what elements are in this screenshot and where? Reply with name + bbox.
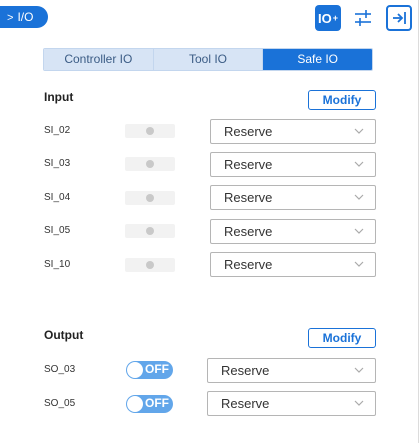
toggle-state-label: OFF — [145, 396, 169, 410]
exit-icon — [393, 12, 406, 24]
plus-icon: + — [332, 13, 338, 23]
output-signal-label: SO_03 — [44, 364, 76, 375]
input-signal-label: SI_02 — [44, 125, 71, 136]
output-section-title: Output — [44, 328, 84, 342]
input-function-value: Reserve — [224, 257, 273, 272]
sliders-icon — [355, 10, 371, 26]
page-title: I/O — [17, 10, 34, 24]
output-function-select[interactable]: Reserve — [207, 358, 376, 383]
input-signal-label: SI_05 — [44, 225, 71, 236]
exit-button[interactable] — [386, 5, 412, 31]
chevron-down-icon — [354, 228, 364, 234]
chevron-down-icon — [354, 367, 364, 373]
input-signal-label: SI_03 — [44, 158, 71, 169]
output-toggle[interactable]: OFF — [126, 395, 173, 413]
status-led-icon — [146, 160, 154, 168]
output-function-select[interactable]: Reserve — [207, 391, 376, 416]
io-back-button[interactable]: > I/O — [0, 6, 48, 28]
io-button-label: IO — [318, 10, 332, 26]
settings-button[interactable] — [350, 5, 376, 31]
status-led-icon — [146, 194, 154, 202]
tab-safe-io[interactable]: Safe IO — [262, 49, 372, 70]
status-led-icon — [146, 261, 154, 269]
io-tabs: Controller IO Tool IO Safe IO — [43, 48, 373, 71]
input-signal-label: SI_04 — [44, 192, 71, 203]
input-function-value: Reserve — [224, 124, 273, 139]
chevron-down-icon — [354, 194, 364, 200]
io-panel: > I/O IO + Controller IO Tool IO Safe IO I… — [0, 0, 419, 443]
input-function-value: Reserve — [224, 157, 273, 172]
input-status-indicator — [125, 191, 175, 205]
input-status-indicator — [125, 224, 175, 238]
chevron-down-icon — [354, 161, 364, 167]
tab-controller-io[interactable]: Controller IO — [44, 49, 153, 70]
chevron-down-icon — [354, 400, 364, 406]
input-function-select[interactable]: Reserve — [210, 119, 376, 144]
input-function-value: Reserve — [224, 190, 273, 205]
output-modify-button[interactable]: Modify — [308, 328, 376, 348]
output-function-value: Reserve — [221, 396, 270, 411]
input-function-select[interactable]: Reserve — [210, 185, 376, 210]
chevron-down-icon — [354, 128, 364, 134]
input-function-select[interactable]: Reserve — [210, 152, 376, 177]
chevron-right-icon: > — [7, 12, 14, 24]
input-function-select[interactable]: Reserve — [210, 252, 376, 277]
toggle-state-label: OFF — [145, 362, 169, 376]
input-status-indicator — [125, 157, 175, 171]
input-function-value: Reserve — [224, 224, 273, 239]
output-function-value: Reserve — [221, 363, 270, 378]
chevron-down-icon — [354, 261, 364, 267]
output-toggle[interactable]: OFF — [126, 361, 173, 379]
input-signal-label: SI_10 — [44, 259, 71, 270]
input-status-indicator — [125, 258, 175, 272]
io-toggle-button[interactable]: IO + — [315, 5, 341, 31]
toggle-knob — [127, 396, 143, 412]
input-function-select[interactable]: Reserve — [210, 219, 376, 244]
output-signal-label: SO_05 — [44, 398, 76, 409]
input-modify-button[interactable]: Modify — [308, 90, 376, 110]
toggle-knob — [127, 362, 143, 378]
input-status-indicator — [125, 124, 175, 138]
status-led-icon — [146, 227, 154, 235]
tab-tool-io[interactable]: Tool IO — [152, 49, 263, 70]
input-section-title: Input — [44, 90, 74, 104]
status-led-icon — [146, 127, 154, 135]
